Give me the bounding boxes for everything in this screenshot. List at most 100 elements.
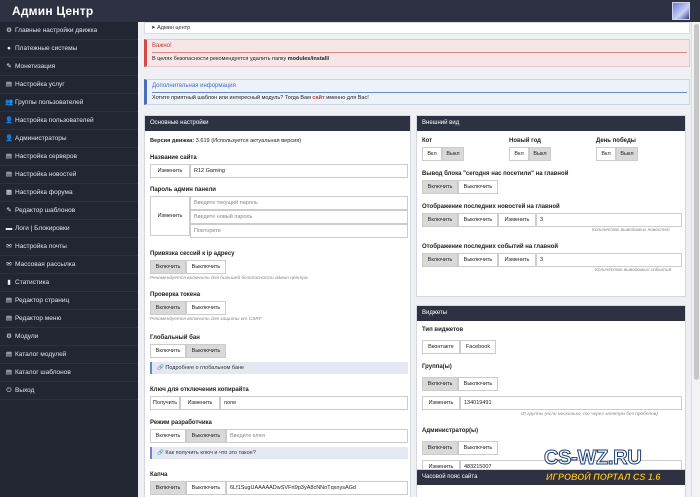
dev-mode-on-button[interactable]: Включить xyxy=(150,429,186,443)
last-events-count-input[interactable]: 3 xyxy=(536,253,682,267)
brand-title[interactable]: Админ Центр xyxy=(12,4,93,18)
cat-off-button[interactable]: Выкл xyxy=(442,147,464,161)
global-ban-info-link[interactable]: 🔗 Подробнее о глобальном бане xyxy=(150,362,408,374)
sidebar-item[interactable]: ▦ Настройка форума xyxy=(0,184,138,202)
dev-mode-off-button[interactable]: Выключить xyxy=(186,429,226,443)
dev-key-input[interactable]: Введите ключ xyxy=(226,429,408,443)
sidebar-item-icon: ✉ xyxy=(6,243,12,250)
sidebar-item[interactable]: ▤ Настройка услуг xyxy=(0,76,138,94)
last-news-off-button[interactable]: Выключить xyxy=(458,213,498,227)
dev-key-info-link[interactable]: 🔗 Как получить ключ и что это такое? xyxy=(150,447,408,459)
admin-password-label: Пароль админ панели xyxy=(150,187,216,193)
widget-admins-off-button[interactable]: Выключить xyxy=(458,441,498,455)
sidebar-item-label: Каталог модулей xyxy=(15,351,67,358)
global-ban-on-button[interactable]: Включить xyxy=(150,344,186,358)
sidebar-item[interactable]: ✎ Монетизация xyxy=(0,58,138,76)
copyright-get-button[interactable]: Получить xyxy=(150,396,180,410)
sidebar-item[interactable]: ▤ Настройка серверов xyxy=(0,148,138,166)
last-news-count-input[interactable]: 3 xyxy=(536,213,682,227)
repeat-password-input[interactable]: Повторите xyxy=(190,224,408,238)
today-block-off-button[interactable]: Выключить xyxy=(458,180,498,194)
sidebar-item-label: Модули xyxy=(15,333,39,340)
sidebar-item-icon: ▬ xyxy=(5,225,13,232)
scrollbar-thumb[interactable] xyxy=(694,24,699,380)
main-content: ➤ Админ центр Важно! В целях безопасност… xyxy=(138,22,691,497)
sidebar-item[interactable]: ✉ Настройка почты xyxy=(0,238,138,256)
sidebar-item-icon: ⚙ xyxy=(6,333,12,340)
last-events-on-button[interactable]: Включить xyxy=(422,253,458,267)
new-year-on-button[interactable]: Вкл xyxy=(509,147,529,161)
today-block-on-button[interactable]: Включить xyxy=(422,180,458,194)
sidebar-item-label: Настройка новостей xyxy=(15,171,77,178)
new-password-input[interactable]: Введите новый пароль xyxy=(190,210,408,224)
widget-group-off-button[interactable]: Выключить xyxy=(458,377,498,391)
sidebar-item-icon: 👤 xyxy=(5,135,14,142)
sidebar-item[interactable]: ▮ Статистика xyxy=(0,274,138,292)
sidebar-item[interactable]: ⚙ Главные настройки движка xyxy=(0,22,138,40)
sidebar-item[interactable]: ▤ Каталог шаблонов xyxy=(0,364,138,382)
ip-bind-off-button[interactable]: Выключить xyxy=(186,260,226,274)
site-name-change-button[interactable]: Изменить xyxy=(150,164,190,178)
sidebar-item-icon: ⏻ xyxy=(6,387,12,394)
sidebar-item[interactable]: ● Платежные системы xyxy=(0,40,138,58)
sidebar-item[interactable]: 👤 Настройка пользователей xyxy=(0,112,138,130)
sidebar-item[interactable]: ▤ Редактор меню xyxy=(0,310,138,328)
sidebar-item[interactable]: ▤ Каталог модулей xyxy=(0,346,138,364)
sidebar-item[interactable]: ▤ Настройка новостей xyxy=(0,166,138,184)
sidebar-item[interactable]: ✎ Редактор шаблонов xyxy=(0,202,138,220)
widget-vk-button[interactable]: Вконтакте xyxy=(422,340,460,354)
captcha-key-input[interactable]: 6Lf1SugUAAAAADwSVFrt9p3yA8cNNoTqxnysAGd xyxy=(226,481,408,495)
sidebar-item[interactable]: 👤 Администраторы xyxy=(0,130,138,148)
cat-on-button[interactable]: Вкл xyxy=(422,147,442,161)
token-on-button[interactable]: Включить xyxy=(150,301,186,315)
info-alert-title: Дополнительная информация xyxy=(152,83,236,89)
ip-bind-on-button[interactable]: Включить xyxy=(150,260,186,274)
victory-day-off-button[interactable]: Выкл xyxy=(616,147,638,161)
widget-admins-on-button[interactable]: Включить xyxy=(422,441,458,455)
sidebar-item-icon: ⚙ xyxy=(6,27,12,34)
global-ban-off-button[interactable]: Выключить xyxy=(186,344,226,358)
victory-day-on-button[interactable]: Вкл xyxy=(596,147,616,161)
sidebar-item-label: Группы пользователей xyxy=(15,99,84,106)
widget-group-hint: ID группы (если несколько, то через запя… xyxy=(521,412,658,417)
widget-facebook-button[interactable]: Facebook xyxy=(460,340,496,354)
current-password-input[interactable]: Введите текущий пароль xyxy=(190,196,408,210)
captcha-on-button[interactable]: Включить xyxy=(150,481,186,495)
captcha-off-button[interactable]: Выключить xyxy=(186,481,226,495)
sidebar-item-label: Настройка почты xyxy=(15,243,67,250)
site-name-input[interactable]: R12 Gaming xyxy=(190,164,408,178)
copyright-key-input[interactable]: none xyxy=(220,396,408,410)
last-events-hint: Количество выводимых событий xyxy=(595,268,672,273)
sidebar-item-label: Главные настройки движка xyxy=(15,27,98,34)
widget-group-change-button[interactable]: Изменить xyxy=(422,396,460,410)
info-alert-link[interactable]: сайт xyxy=(312,95,324,101)
new-year-off-button[interactable]: Выкл xyxy=(529,147,551,161)
breadcrumb-current[interactable]: Админ центр xyxy=(157,25,190,31)
last-news-change-button[interactable]: Изменить xyxy=(498,213,536,227)
copyright-change-button[interactable]: Изменить xyxy=(180,396,220,410)
page-scrollbar[interactable] xyxy=(691,22,700,497)
sidebar-item[interactable]: ✉ Массовая рассылка xyxy=(0,256,138,274)
sidebar-item-label: Статистика xyxy=(15,279,50,286)
token-hint: Рекомендуется включить для защиты от CSR… xyxy=(150,317,262,322)
admin-password-change-button[interactable]: Изменить xyxy=(150,196,190,236)
sidebar-item[interactable]: ▤ Редактор страниц xyxy=(0,292,138,310)
widget-group-id-input[interactable]: 134019491 xyxy=(460,396,682,410)
token-off-button[interactable]: Выключить xyxy=(186,301,226,315)
sidebar-item-icon: ▤ xyxy=(5,171,13,178)
basic-settings-title: Основные настройки xyxy=(145,116,410,131)
last-events-label: Отображение последних событий на главной xyxy=(422,244,559,250)
sidebar-item[interactable]: ⏻ Выход xyxy=(0,382,138,400)
sidebar-item-icon: ▤ xyxy=(5,351,13,358)
sidebar-item[interactable]: ▬ Логи | Блокировки xyxy=(0,220,138,238)
sidebar-item[interactable]: 👥 Группы пользователей xyxy=(0,94,138,112)
last-events-off-button[interactable]: Выключить xyxy=(458,253,498,267)
widget-group-on-button[interactable]: Включить xyxy=(422,377,458,391)
last-events-change-button[interactable]: Изменить xyxy=(498,253,536,267)
user-avatar[interactable] xyxy=(672,2,690,20)
sidebar-item-label: Редактор шаблонов xyxy=(15,207,76,214)
new-year-label: Новый год xyxy=(509,138,541,144)
security-alert-message: В целях безопасности рекомендуется удали… xyxy=(152,56,330,62)
sidebar-item[interactable]: ⚙ Модули xyxy=(0,328,138,346)
last-news-on-button[interactable]: Включить xyxy=(422,213,458,227)
